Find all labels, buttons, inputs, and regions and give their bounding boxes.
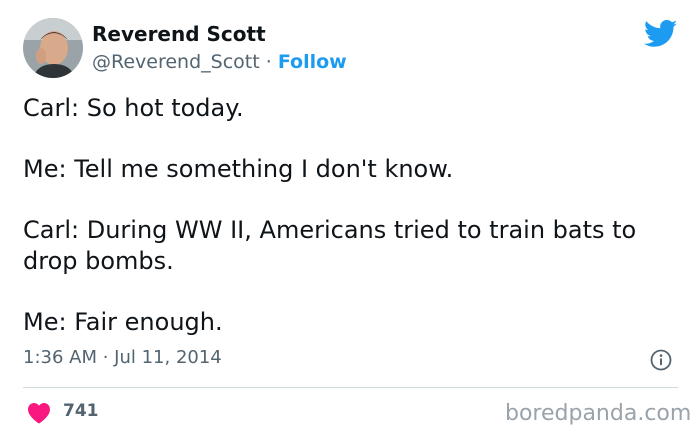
like-count[interactable]: 741	[63, 401, 99, 421]
separator-dot: ·	[265, 51, 272, 73]
watermark: boredpanda.com	[505, 401, 692, 426]
info-icon[interactable]	[650, 349, 672, 371]
avatar[interactable]	[23, 18, 83, 78]
tweet-text: Carl: So hot today. Me: Tell me somethin…	[23, 93, 683, 368]
follow-button[interactable]: Follow	[278, 51, 347, 73]
divider	[23, 387, 678, 388]
tweet-line: Me: Fair enough.	[23, 308, 223, 336]
heart-icon[interactable]	[27, 402, 51, 424]
author-handle[interactable]: @Reverend_Scott	[92, 51, 260, 73]
tweet-timestamp[interactable]: 1:36 AM · Jul 11, 2014	[23, 347, 222, 368]
tweet-line: Me: Tell me something I don't know.	[23, 155, 454, 183]
tweet-line: Carl: So hot today.	[23, 94, 244, 122]
avatar-image	[23, 18, 83, 78]
tweet-line: Carl: During WW II, Americans tried to t…	[23, 216, 637, 275]
twitter-bird-icon[interactable]	[644, 20, 678, 48]
author-handle-row: @Reverend_Scott · Follow	[92, 51, 347, 73]
tweet-card: Reverend Scott @Reverend_Scott · Follow …	[0, 0, 700, 441]
author-name[interactable]: Reverend Scott	[92, 22, 266, 46]
